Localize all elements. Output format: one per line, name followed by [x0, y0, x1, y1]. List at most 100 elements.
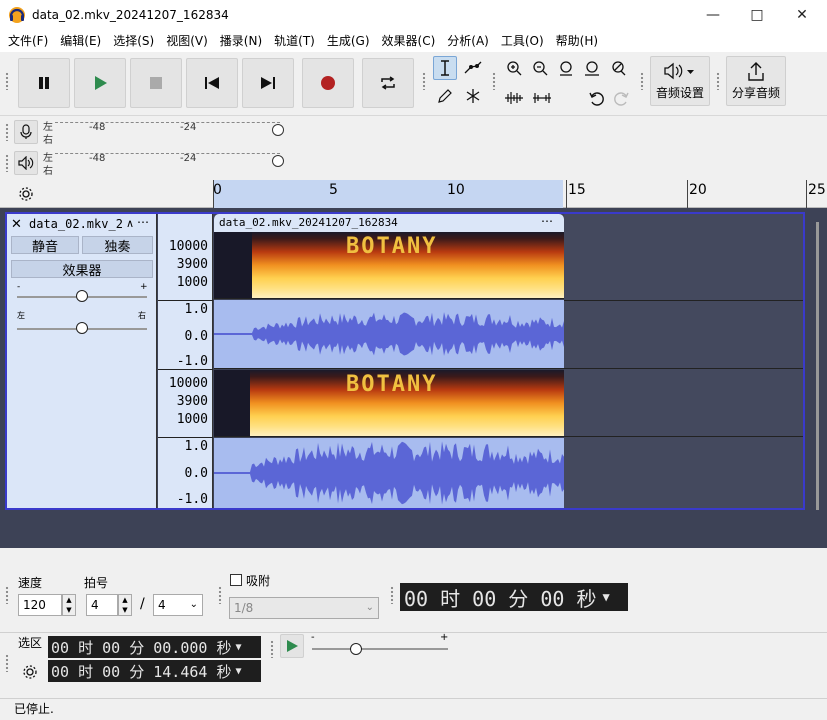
- select-tool-button[interactable]: [433, 56, 457, 80]
- clip-menu-icon[interactable]: ⋯: [541, 214, 553, 228]
- upload-share-icon: [748, 61, 764, 81]
- play-meter-grip[interactable]: [5, 154, 9, 172]
- undo-button[interactable]: [584, 86, 608, 110]
- share-audio-button[interactable]: 分享音频: [726, 56, 786, 106]
- timeline-settings-button[interactable]: [14, 182, 38, 206]
- skip-end-button[interactable]: [242, 58, 294, 108]
- record-meter-button[interactable]: [14, 120, 38, 144]
- clip-title-bar[interactable]: data_02.mkv_20241207_162834: [214, 214, 564, 232]
- effects-button[interactable]: 效果器: [11, 260, 153, 279]
- sel-end-chevron-icon[interactable]: ▼: [235, 666, 241, 677]
- mute-button[interactable]: 静音: [11, 236, 79, 255]
- sel-start-chevron-icon[interactable]: ▼: [235, 642, 241, 653]
- record-level-knob[interactable]: [272, 124, 284, 136]
- silence-button[interactable]: [530, 86, 554, 110]
- beats-per-bar-input[interactable]: 4: [86, 594, 118, 616]
- timeline-ruler[interactable]: 0 5 10 15 20 25: [0, 180, 827, 208]
- tempo-grip[interactable]: [5, 586, 9, 604]
- menu-select[interactable]: 选择(S): [107, 30, 160, 52]
- ruler-label-0: 0: [213, 182, 222, 198]
- wave2-scale-0: 0.0: [184, 466, 208, 481]
- zoom-in-button[interactable]: [502, 56, 526, 80]
- tools-grip[interactable]: [422, 72, 426, 90]
- share-grip[interactable]: [716, 72, 720, 90]
- selection-end-time[interactable]: 00 时 00 分 14.464 秒 ▼: [48, 660, 261, 682]
- menu-edit[interactable]: 编辑(E): [54, 30, 107, 52]
- time-grip[interactable]: [390, 586, 394, 604]
- selection-settings-button[interactable]: [18, 660, 42, 684]
- edit-grip[interactable]: [492, 72, 496, 90]
- menu-effects[interactable]: 效果器(C): [376, 30, 442, 52]
- zoom-toggle-button[interactable]: [606, 56, 630, 80]
- loop-button[interactable]: [362, 58, 414, 108]
- audio-setup-grip[interactable]: [640, 72, 644, 90]
- zoom-out-button[interactable]: [528, 56, 552, 80]
- audio-clip[interactable]: data_02.mkv_20241207_162834 ⋯ BOTANY BOT…: [214, 214, 564, 508]
- tempo-input[interactable]: 120: [18, 594, 62, 616]
- play-meter-button[interactable]: [14, 151, 38, 175]
- menu-help[interactable]: 帮助(H): [550, 30, 604, 52]
- playback-speed-slider[interactable]: [312, 648, 448, 650]
- channel-divider-3: [214, 436, 564, 437]
- track-menu-chevron-icon[interactable]: ∧: [126, 217, 134, 230]
- redo-button[interactable]: [610, 86, 634, 110]
- fit-selection-button[interactable]: [554, 56, 578, 80]
- snap-value-select[interactable]: 1/8 ⌄: [229, 597, 379, 619]
- multi-tool-button[interactable]: [461, 84, 485, 108]
- record-icon: [321, 76, 335, 90]
- track-name-menu[interactable]: data_02.mkv_2: [29, 217, 129, 231]
- vertical-scale[interactable]: 10000 3900 1000 1.0 0.0 -1.0 10000 3900 …: [158, 214, 213, 508]
- time-format-chevron-icon[interactable]: ▼: [602, 590, 609, 604]
- envelope-tool-button[interactable]: [461, 56, 485, 80]
- time-display[interactable]: 00 时 00 分 00 秒 ▼: [400, 583, 628, 611]
- track-more-icon[interactable]: ⋯: [137, 215, 149, 229]
- spectrogram-dark-region-2: [214, 370, 250, 436]
- play-scale-48: -48: [89, 153, 106, 164]
- record-meter-grip[interactable]: [5, 123, 9, 141]
- gain-slider-thumb[interactable]: [76, 290, 88, 302]
- play-at-speed-grip[interactable]: [270, 640, 274, 658]
- menu-generate[interactable]: 生成(G): [321, 30, 376, 52]
- audio-track[interactable]: ✕ data_02.mkv_2 ∧ ⋯ 静音 独奏 效果器 - + 左 右 10…: [5, 212, 805, 510]
- audio-setup-button[interactable]: 音频设置: [650, 56, 710, 106]
- menu-transport[interactable]: 播录(N): [214, 30, 268, 52]
- menu-tracks[interactable]: 轨道(T): [268, 30, 321, 52]
- track-empty-area[interactable]: [564, 214, 803, 508]
- close-window-button[interactable]: ✕: [780, 0, 824, 30]
- snap-checkbox[interactable]: [230, 574, 242, 586]
- playback-speed-thumb[interactable]: [350, 643, 362, 655]
- pause-button[interactable]: [18, 58, 70, 108]
- menu-analyze[interactable]: 分析(A): [441, 30, 495, 52]
- speed-plus-label: +: [440, 632, 449, 643]
- play-level-knob[interactable]: [272, 155, 284, 167]
- tempo-stepper[interactable]: ▲ ▼: [62, 594, 76, 616]
- draw-tool-button[interactable]: [433, 84, 457, 108]
- wave-scale-0: 0.0: [184, 329, 208, 344]
- wave-scale-neg1: -1.0: [176, 354, 208, 369]
- beat-unit-select[interactable]: 4 ⌄: [153, 594, 203, 616]
- record-button[interactable]: [302, 58, 354, 108]
- toolbar-grip[interactable]: [5, 72, 9, 90]
- snap-grip[interactable]: [218, 586, 222, 604]
- menu-tools[interactable]: 工具(O): [495, 30, 550, 52]
- menu-file[interactable]: 文件(F): [2, 30, 54, 52]
- close-track-icon[interactable]: ✕: [11, 217, 22, 232]
- beats-stepper[interactable]: ▲ ▼: [118, 594, 132, 616]
- minimize-button[interactable]: —: [691, 0, 735, 30]
- fit-project-button[interactable]: [580, 56, 604, 80]
- trim-button[interactable]: [502, 86, 526, 110]
- menu-view[interactable]: 视图(V): [160, 30, 214, 52]
- selection-grip[interactable]: [5, 654, 9, 672]
- maximize-button[interactable]: □: [735, 0, 779, 30]
- vertical-scrollbar[interactable]: [816, 222, 819, 510]
- solo-button[interactable]: 独奏: [82, 236, 153, 255]
- play-at-speed-button[interactable]: [280, 634, 304, 658]
- play-meter-toolbar: 左 右 -48 -24: [0, 148, 290, 178]
- record-right-label: 右: [43, 135, 53, 146]
- skip-start-button[interactable]: [186, 58, 238, 108]
- stop-button[interactable]: [130, 58, 182, 108]
- selection-start-time[interactable]: 00 时 00 分 00.000 秒 ▼: [48, 636, 261, 658]
- play-button[interactable]: [74, 58, 126, 108]
- i-beam-icon: [441, 60, 449, 76]
- pan-slider-thumb[interactable]: [76, 322, 88, 334]
